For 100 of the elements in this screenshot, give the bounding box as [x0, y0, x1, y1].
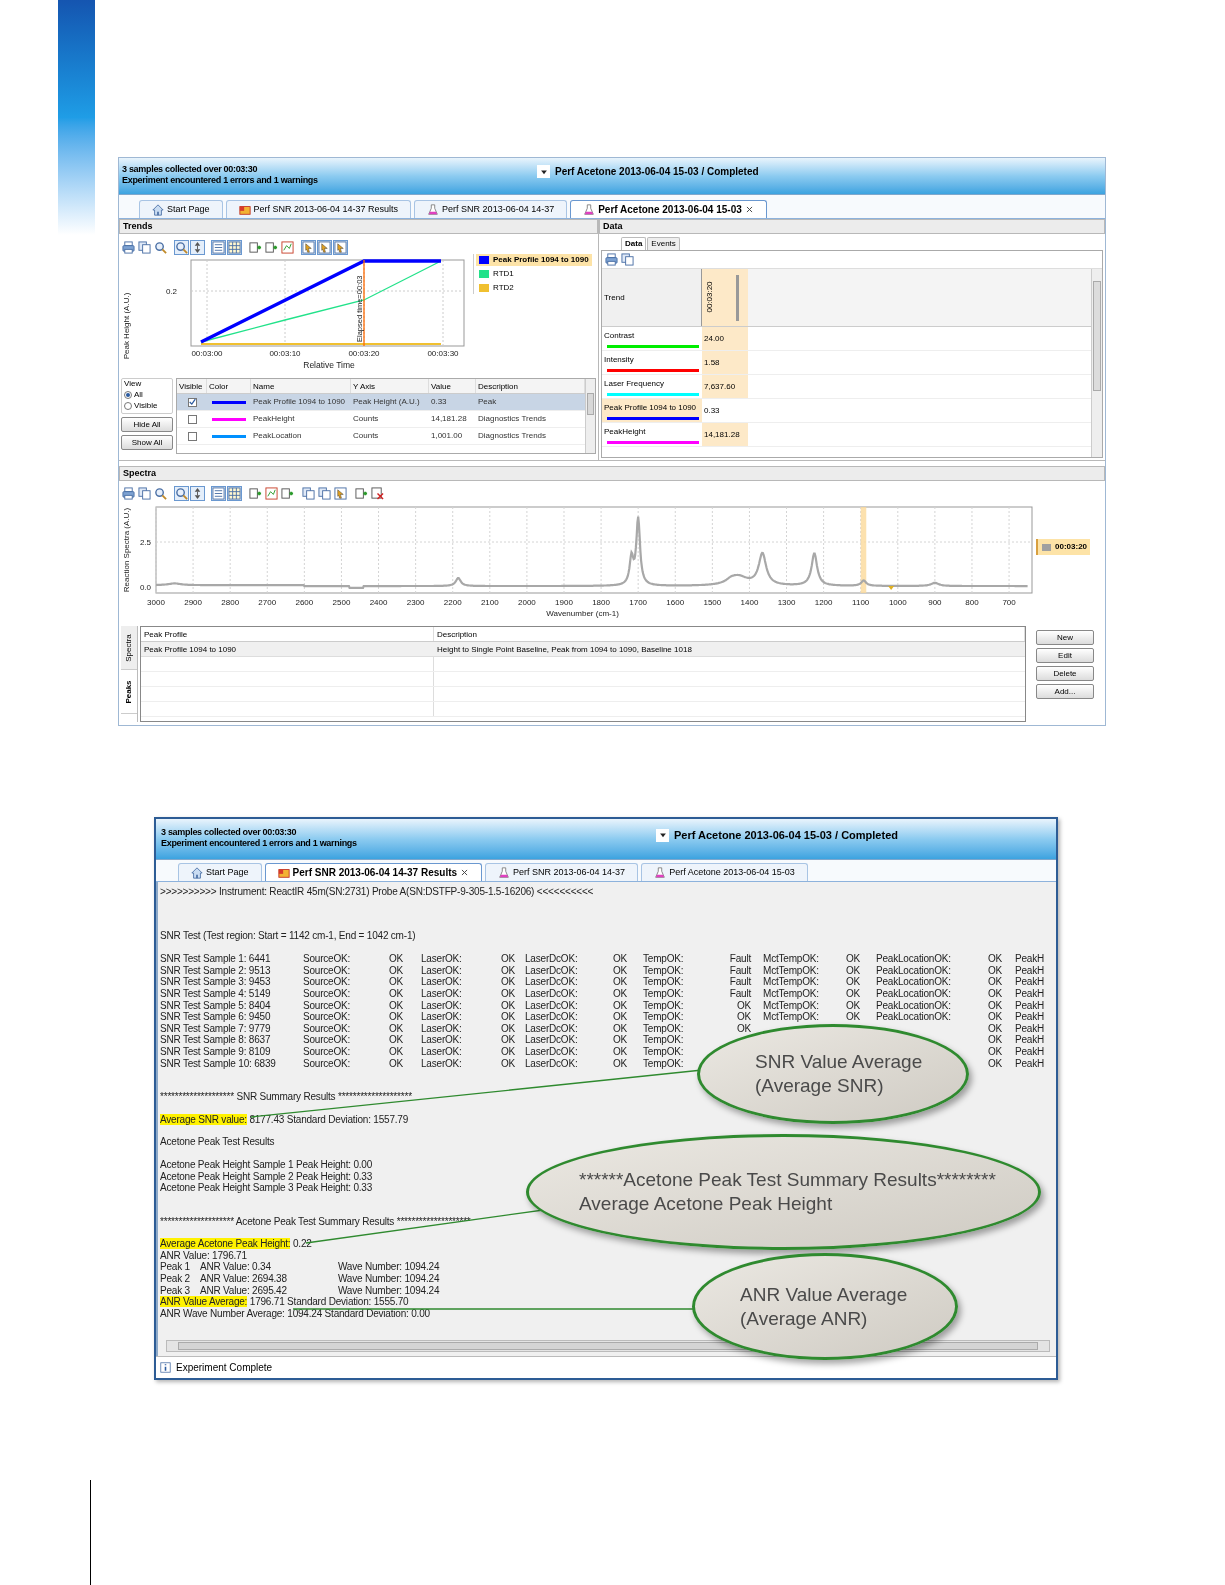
tab[interactable]: Data [621, 237, 647, 250]
report-cell-text: OK [389, 953, 405, 965]
report-cell-text: OK [613, 1045, 629, 1058]
report-cell-text: MctTempOK: [762, 987, 820, 1000]
row-label[interactable]: Peak Profile 1094 to 1090 [602, 399, 702, 422]
axis-tick-label: 1400 [740, 598, 759, 607]
dropdown-button[interactable] [656, 828, 669, 842]
tab[interactable]: Perf SNR 2013-06-04 14-37 Results [264, 863, 483, 881]
add-chart-icon [249, 240, 262, 254]
time-column-header: 00:03:20 [704, 281, 715, 313]
column-header[interactable]: Color [207, 379, 251, 393]
column-header[interactable]: Visible [177, 379, 207, 393]
axis-title: Relative Time [303, 360, 355, 370]
row-label[interactable]: Laser Frequency [602, 375, 702, 398]
list-icon [212, 486, 225, 500]
side-tab[interactable]: Spectra [121, 626, 137, 670]
table-cell-text: 0.33 [430, 396, 448, 408]
report-cell-text: PeakLocationOK: [876, 999, 952, 1012]
report-cell-text: OK [389, 987, 405, 1000]
row-header: Trend [602, 269, 702, 326]
legend-item[interactable]: Peak Profile 1094 to 1090 [476, 254, 592, 266]
column-header[interactable]: Peak Profile [141, 627, 434, 641]
table-row[interactable]: PeakHeight Counts 14,181.28 Diagnostics Trends [177, 411, 585, 428]
report-cell-text: PeakLocationOK: [876, 964, 952, 977]
report-cell-text: TempOK: [643, 999, 685, 1012]
radio-option[interactable]: Visible [124, 400, 170, 411]
axis-tick-label: 800 [965, 598, 979, 607]
button[interactable]: Add... [1036, 684, 1094, 699]
report-cell-text: OK [735, 1022, 751, 1035]
axis-tick-label: 1900 [555, 598, 573, 607]
report-cell: PeakH [1015, 987, 1044, 1000]
column-header[interactable]: Name [251, 379, 351, 393]
dropdown-button[interactable] [537, 165, 550, 178]
row-label[interactable]: PeakHeight [602, 423, 702, 446]
row-label[interactable]: Intensity [602, 351, 702, 374]
tab[interactable]: Perf SNR 2013-06-04 14-37 [485, 863, 639, 881]
checkbox[interactable] [187, 431, 197, 441]
legend-item[interactable]: 00:03:20 [1036, 539, 1091, 555]
table-icon [228, 240, 241, 254]
report-cell-text: OK [501, 953, 517, 965]
report-cell-text: OK [613, 1034, 629, 1046]
report-cell-text: SNR Test Sample 4: 5149 [160, 987, 272, 1000]
table-cell-text: Peak Height (A.U.) [352, 396, 421, 408]
table-cell-text: Counts [352, 430, 380, 442]
tab[interactable]: Perf SNR 2013-06-04 14-37 Results [225, 200, 412, 218]
report-cell: PeakH [1015, 976, 1044, 988]
checkbox[interactable] [187, 414, 197, 424]
table-cell-text: Peak Profile 1094 to 1090 [143, 644, 238, 656]
list-icon [212, 240, 225, 254]
scrollbar[interactable] [1091, 269, 1102, 457]
up-down-arrows-icon [191, 486, 204, 500]
column-header[interactable]: Description [434, 627, 1025, 641]
axis-tick-label: 2900 [184, 598, 202, 607]
tab[interactable]: Start Page [178, 863, 262, 881]
report-cell-text: ANR Value: 0.34 [200, 1261, 272, 1274]
column-header[interactable]: Y Axis [351, 379, 429, 393]
report-line: >>>>>>>>>> Instrument: ReactIR 45m(SN:2731) Probe A(SN:DSTFP-9-305-1.5-16206) <<<<<<<<<< [160, 886, 594, 898]
copy-icon [318, 486, 331, 500]
tab[interactable]: Start Page [139, 200, 223, 218]
legend-item[interactable]: RTD2 [476, 282, 592, 294]
group-title: View [124, 379, 143, 389]
report-cell: PeakH [1015, 1034, 1044, 1046]
legend-item[interactable]: RTD1 [476, 268, 592, 280]
button[interactable]: Hide All [121, 417, 173, 432]
report-cell-text: TempOK: [643, 964, 685, 977]
report-cell-text: OK [501, 1045, 517, 1058]
table-row[interactable]: Peak Profile 1094 to 1090 Height to Single Point Baseline, Peak from 1094 to 1090, Baseline 1018 [141, 642, 1025, 657]
report-cell-text: OK [389, 1011, 405, 1023]
report-cell-text: OK [613, 953, 629, 965]
axis-tick-label: 00:03:20 [348, 349, 380, 358]
button[interactable]: Delete [1036, 666, 1094, 681]
row-label[interactable]: Contrast [602, 327, 702, 350]
tab[interactable]: Perf Acetone 2013-06-04 15-03 [570, 200, 767, 218]
tab[interactable]: Events [647, 237, 680, 250]
report-cell-text: PeakLocationOK: [876, 1011, 952, 1023]
report-cell-text: LaserOK: [421, 964, 463, 977]
report-cell-text: OK [389, 964, 405, 977]
scrollbar[interactable] [585, 379, 595, 453]
table-row[interactable]: Peak Profile 1094 to 1090 Peak Height (A.U.) 0.33 Peak [177, 394, 585, 411]
report-icon [277, 866, 290, 879]
table-icon [228, 486, 241, 500]
radio-option[interactable]: All [124, 389, 170, 400]
tab[interactable]: Perf Acetone 2013-06-04 15-03 [641, 863, 808, 881]
axis-tick-label: 0.2 [165, 287, 177, 296]
callout-text: Average Acetone Peak Height [579, 1192, 834, 1216]
report-cell-text: MctTempOK: [762, 953, 820, 965]
report-cell-text: LaserDcOK: [525, 1057, 579, 1070]
table-cell-text: Height to Single Point Baseline, Peak from 1094 to 1090, Baseline 1018 [436, 644, 693, 656]
button[interactable]: Show All [121, 435, 173, 450]
tab[interactable]: Perf SNR 2013-06-04 14-37 [414, 200, 568, 218]
report-cell: PeakH [1015, 999, 1044, 1012]
column-header[interactable]: Value [429, 379, 476, 393]
button[interactable]: New [1036, 630, 1094, 645]
report-cell-text: OK [988, 1034, 1004, 1046]
table-row[interactable]: PeakLocation Counts 1,001.00 Diagnostics Trends [177, 428, 585, 445]
button[interactable]: Edit [1036, 648, 1094, 663]
flask-icon [654, 866, 667, 879]
report-cell-text: LaserDcOK: [525, 964, 579, 977]
axis-tick-label: 1800 [592, 598, 610, 607]
checkbox[interactable] [187, 397, 197, 407]
